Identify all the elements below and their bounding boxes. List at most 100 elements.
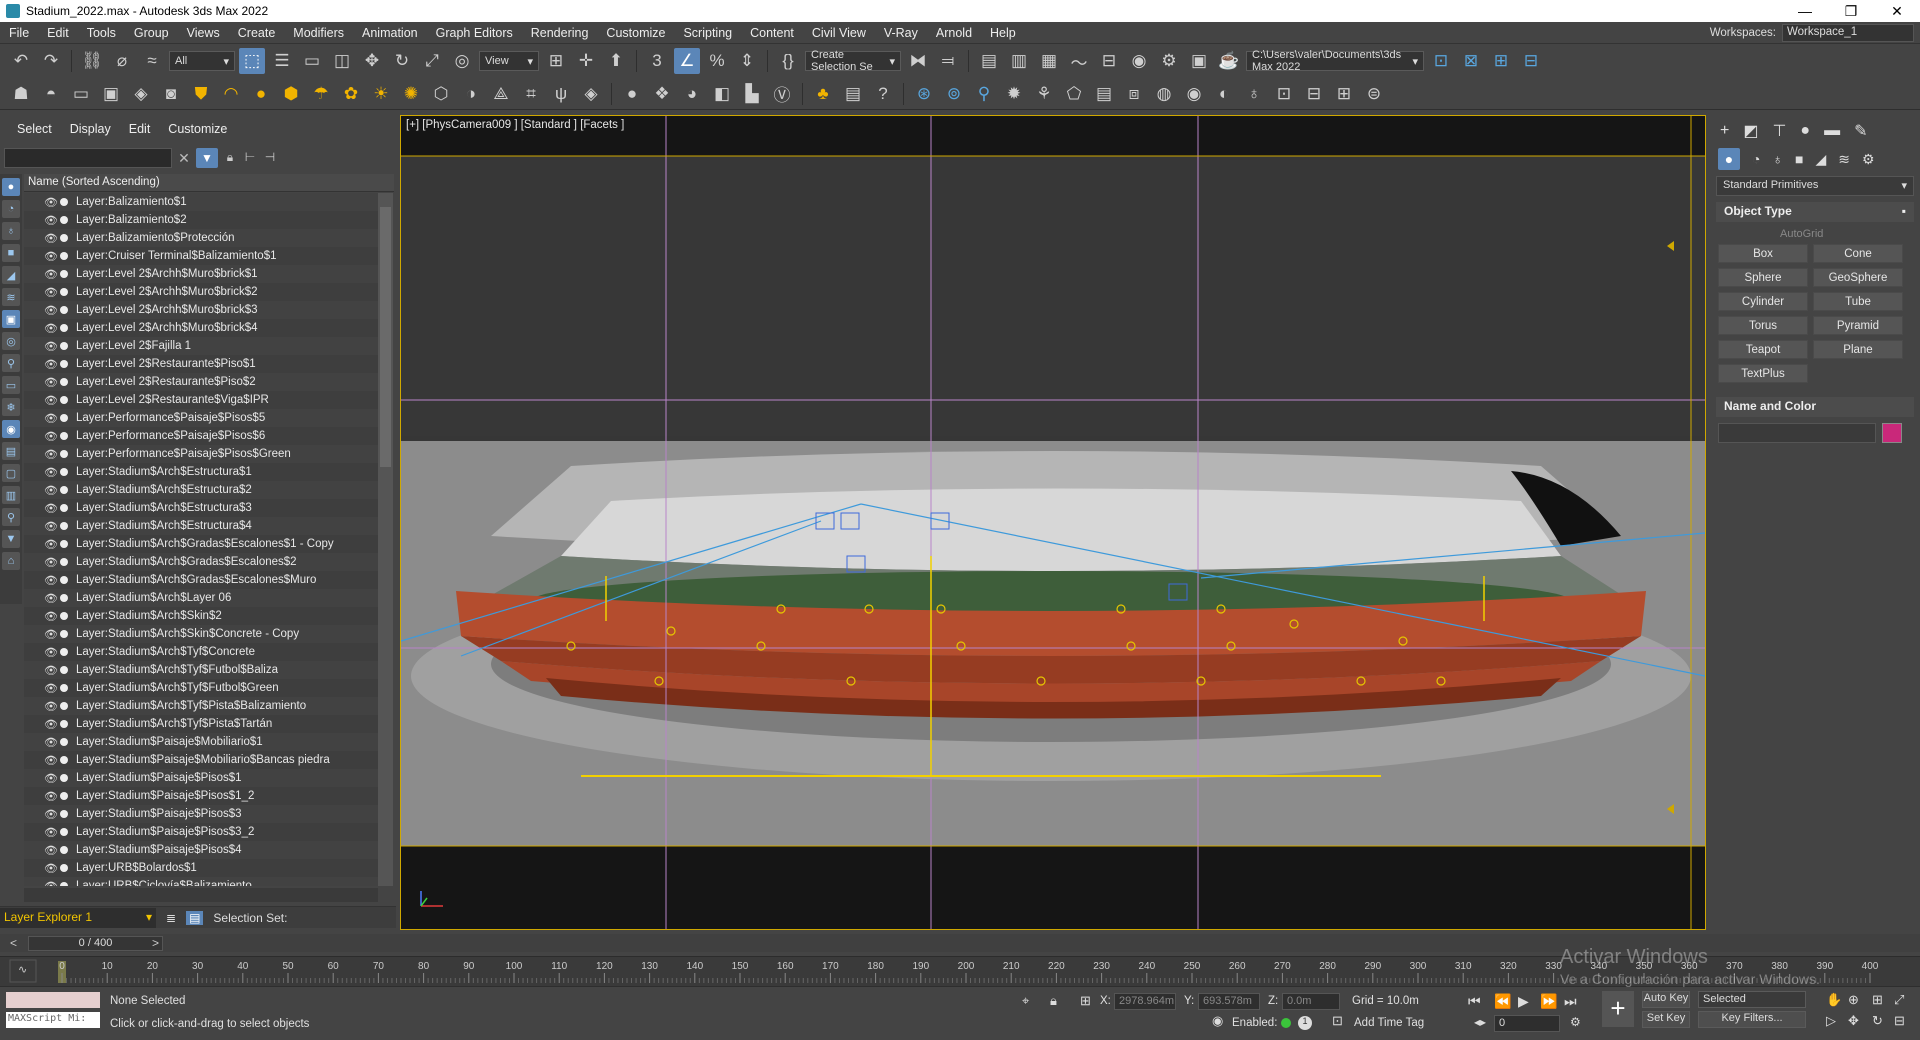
- scale-icon[interactable]: ⤢: [419, 48, 445, 74]
- environment-icon[interactable]: ◓: [38, 81, 64, 107]
- helper-filter-icon[interactable]: ◢: [2, 266, 20, 284]
- angle-snap-icon[interactable]: ∠: [674, 48, 700, 74]
- visibility-eye-icon[interactable]: 👁︎: [44, 808, 58, 821]
- cylinder-button[interactable]: Cylinder: [1718, 292, 1808, 311]
- layer-row[interactable]: 👁︎ Layer:Stadium$Arch$Estructura$1: [24, 463, 378, 481]
- vray-proxy-icon[interactable]: ⬡: [428, 81, 454, 107]
- enabled-indicator[interactable]: [1281, 1018, 1291, 1028]
- place-icon[interactable]: ◎: [449, 48, 475, 74]
- project-path-dropdown[interactable]: C:\Users\valer\Documents\3ds Max 2022 ▾: [1246, 49, 1424, 73]
- autogrid-checkbox[interactable]: AutoGrid: [1780, 228, 1920, 240]
- vray-plane-icon[interactable]: ⟁: [488, 81, 514, 107]
- workspaces-dropdown[interactable]: Workspace_1: [1782, 24, 1914, 42]
- layer-row[interactable]: 👁︎ Layer:Stadium$Arch$Tyf$Concrete: [24, 643, 378, 661]
- arnold-render-icon[interactable]: ⊛: [911, 81, 937, 107]
- visibility-eye-icon[interactable]: 👁︎: [44, 520, 58, 533]
- viewport-label[interactable]: [+] [PhysCamera009 ] [Standard ] [Facets…: [406, 119, 624, 131]
- arnold-frame-icon[interactable]: ⊡: [1271, 81, 1297, 107]
- visibility-eye-icon[interactable]: 👁︎: [44, 412, 58, 425]
- select-object-icon[interactable]: ⬚: [239, 48, 265, 74]
- arnold-light-icon[interactable]: ⚲: [971, 81, 997, 107]
- xref-filter-icon[interactable]: ◎: [2, 332, 20, 350]
- set-key-big-icon[interactable]: +: [1602, 991, 1634, 1027]
- systems-category-icon[interactable]: ⚙: [1862, 151, 1875, 168]
- visibility-eye-icon[interactable]: 👁︎: [44, 826, 58, 839]
- visibility-eye-icon[interactable]: 👁︎: [44, 376, 58, 389]
- pan-icon[interactable]: ✥: [1848, 1013, 1859, 1029]
- render-setup-icon[interactable]: ⚙: [1156, 48, 1182, 74]
- modify-tab-icon[interactable]: ◩: [1743, 121, 1758, 141]
- key-mode-dropdown[interactable]: Selected: [1698, 991, 1806, 1008]
- layer-list-hscrollbar[interactable]: [24, 888, 378, 902]
- time-slider[interactable]: 0 / 400: [28, 936, 163, 951]
- curve-toggle-icon[interactable]: ∿: [18, 963, 27, 976]
- torus-button[interactable]: Torus: [1718, 316, 1808, 335]
- layer-row[interactable]: 👁︎ Layer:Stadium$Arch$Estructura$3: [24, 499, 378, 517]
- freeze-dot-icon[interactable]: [60, 396, 68, 404]
- funnel-icon[interactable]: ▼: [2, 530, 20, 548]
- menu-animation[interactable]: Animation: [353, 26, 427, 40]
- field-of-view-icon[interactable]: ▷: [1826, 1013, 1836, 1029]
- helpers-category-icon[interactable]: ◢: [1815, 151, 1826, 168]
- freeze-dot-icon[interactable]: [60, 576, 68, 584]
- freeze-dot-icon[interactable]: [60, 774, 68, 782]
- visibility-eye-icon[interactable]: 👁︎: [44, 484, 58, 497]
- filter-icon[interactable]: ▼: [196, 148, 218, 168]
- cone-button[interactable]: Cone: [1813, 244, 1903, 263]
- layer-row[interactable]: 👁︎ Layer:Stadium$Arch$Estructura$4: [24, 517, 378, 535]
- rendered-frame-window-icon[interactable]: ▣: [1186, 48, 1212, 74]
- auto-key-button[interactable]: Auto Key: [1642, 991, 1690, 1008]
- tab-display[interactable]: Display: [61, 122, 120, 142]
- visibility-eye-icon[interactable]: 👁︎: [44, 610, 58, 623]
- freeze-dot-icon[interactable]: [60, 522, 68, 530]
- arnold-view-icon[interactable]: ⊟: [1301, 81, 1327, 107]
- menu-tools[interactable]: Tools: [78, 26, 125, 40]
- visibility-eye-icon[interactable]: 👁︎: [44, 502, 58, 515]
- pyramid-button[interactable]: Pyramid: [1813, 316, 1903, 335]
- freeze-dot-icon[interactable]: [60, 810, 68, 818]
- select-by-name-icon[interactable]: ☰: [269, 48, 295, 74]
- menu-edit[interactable]: Edit: [38, 26, 78, 40]
- container-filter-icon[interactable]: ▭: [2, 376, 20, 394]
- menu-group[interactable]: Group: [125, 26, 178, 40]
- name-color-rollout-header[interactable]: Name and Color: [1716, 397, 1914, 417]
- visibility-eye-icon[interactable]: 👁︎: [44, 322, 58, 335]
- minimize-button[interactable]: —: [1782, 0, 1828, 22]
- freeze-dot-icon[interactable]: [60, 378, 68, 386]
- current-frame-field[interactable]: 0: [1494, 1015, 1560, 1032]
- vray-material-icon[interactable]: ◈: [128, 81, 154, 107]
- layers-icon[interactable]: ≣: [166, 911, 176, 925]
- layer-row[interactable]: 👁︎ Layer:Stadium$Arch$Tyf$Futbol$Baliza: [24, 661, 378, 679]
- layer-row[interactable]: 👁︎ Layer:Stadium$Arch$Tyf$Futbol$Green: [24, 679, 378, 697]
- isolate-icon[interactable]: ⌖: [1022, 993, 1029, 1009]
- layer-row[interactable]: 👁︎ Layer:Stadium$Paisaje$Pisos$1_2: [24, 787, 378, 805]
- layer-row[interactable]: 👁︎ Layer:Stadium$Paisaje$Pisos$1: [24, 769, 378, 787]
- name-column-header[interactable]: Name (Sorted Ascending): [24, 174, 394, 192]
- named-selection-dropdown[interactable]: Create Selection Se ▾: [805, 49, 901, 73]
- layer-row[interactable]: 👁︎ Layer:Level 2$Archh$Muro$brick$3: [24, 301, 378, 319]
- layer-row[interactable]: 👁︎ Layer:Stadium$Arch$Gradas$Escalones$Mu…: [24, 571, 378, 589]
- play-icon[interactable]: ▶: [1518, 993, 1529, 1010]
- primitive-category-dropdown[interactable]: Standard Primitives ▾: [1716, 176, 1914, 196]
- find-icon[interactable]: ⚲: [2, 508, 20, 526]
- freeze-dot-icon[interactable]: [60, 270, 68, 278]
- sphere-button[interactable]: Sphere: [1718, 268, 1808, 287]
- spinner-snap-icon[interactable]: ⇕: [734, 48, 760, 74]
- spacewarp-filter-icon[interactable]: ≋: [2, 288, 20, 306]
- freeze-dot-icon[interactable]: [60, 486, 68, 494]
- freeze-dot-icon[interactable]: [60, 756, 68, 764]
- freeze-dot-icon[interactable]: [60, 702, 68, 710]
- layer-row[interactable]: 👁︎ Layer:Level 2$Archh$Muro$brick$1: [24, 265, 378, 283]
- rotate-icon[interactable]: ↻: [389, 48, 415, 74]
- arnold-camera-icon[interactable]: ⊜: [1361, 81, 1387, 107]
- link-icon[interactable]: ⛓: [79, 48, 105, 74]
- arnold-procedural-icon[interactable]: ⧈: [1121, 81, 1147, 107]
- help-icon[interactable]: ?: [870, 81, 896, 107]
- vray-grass-icon[interactable]: ψ: [548, 81, 574, 107]
- layer-row[interactable]: 👁︎ Layer:Stadium$Arch$Skin$Concrete - Cop…: [24, 625, 378, 643]
- visibility-eye-icon[interactable]: 👁︎: [44, 304, 58, 317]
- freeze-dot-icon[interactable]: [60, 648, 68, 656]
- visibility-eye-icon[interactable]: 👁︎: [44, 214, 58, 227]
- layer-row[interactable]: 👁︎ Layer:Level 2$Restaurante$Viga$IPR: [24, 391, 378, 409]
- teapot-icon[interactable]: ☗: [8, 81, 34, 107]
